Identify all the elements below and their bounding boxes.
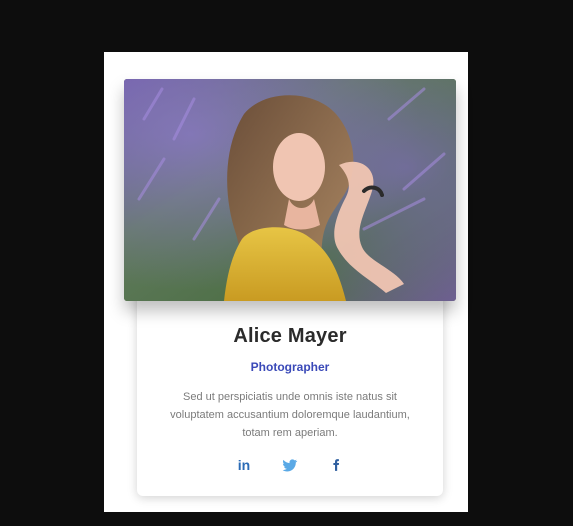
profile-bio: Sed ut perspiciatis unde omnis iste natu…	[170, 391, 410, 439]
facebook-icon[interactable]	[327, 456, 345, 474]
profile-card: Alice Mayer Photographer Sed ut perspici…	[137, 284, 443, 496]
social-links: in	[137, 456, 443, 474]
profile-role: Photographer	[250, 360, 330, 374]
profile-name: Alice Mayer	[233, 325, 347, 347]
profile-content: Alice Mayer Photographer Sed ut perspici…	[137, 324, 443, 474]
linkedin-icon[interactable]: in	[235, 456, 253, 474]
profile-card-stage: Alice Mayer Photographer Sed ut perspici…	[0, 0, 573, 526]
twitter-icon[interactable]	[281, 456, 299, 474]
profile-panel: Alice Mayer Photographer Sed ut perspici…	[104, 52, 468, 512]
profile-photo	[124, 79, 456, 301]
